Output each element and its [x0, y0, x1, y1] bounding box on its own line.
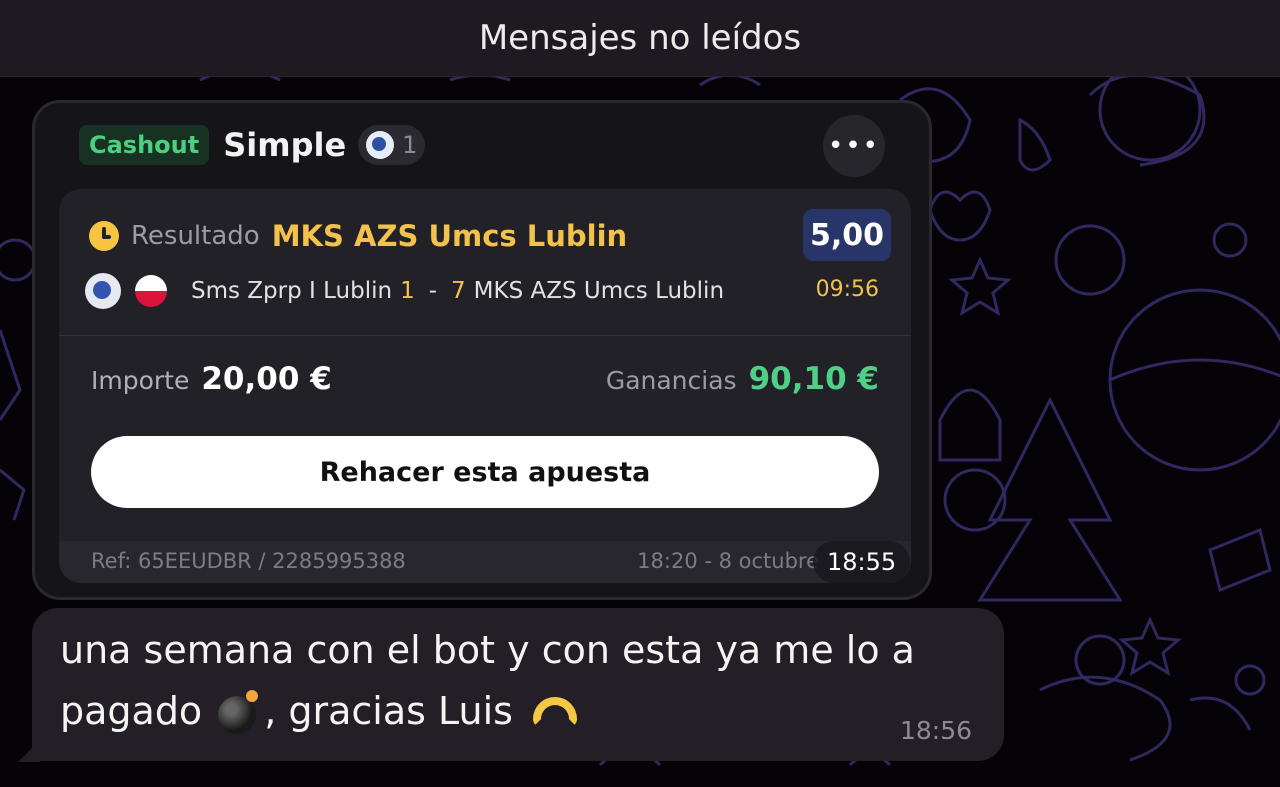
handball-icon: [85, 273, 121, 309]
bet-placed-date: 18:20 - 8 octubre: [637, 549, 819, 573]
match-time: 09:56: [815, 277, 879, 302]
stake-row: Importe 20,00 €: [91, 361, 332, 397]
message-line-2: pagado , gracias Luis: [60, 688, 581, 734]
message-line-2-start: pagado: [60, 689, 203, 733]
unread-messages-label: Mensajes no leídos: [478, 18, 802, 58]
stake-value: 20,00 €: [201, 361, 332, 397]
result-row: Resultado MKS AZS Umcs Lublin: [89, 219, 627, 253]
image-message-time: 18:55: [813, 541, 911, 583]
text-message-time: 18:56: [899, 716, 972, 745]
more-options-button[interactable]: •••: [823, 115, 885, 177]
winnings-value: 90,10 €: [748, 361, 879, 397]
unread-messages-banner: Mensajes no leídos: [0, 0, 1280, 77]
handball-icon: [366, 131, 395, 159]
poland-flag-icon: [135, 275, 167, 307]
selection-count-chip: 1: [358, 125, 426, 165]
odds-badge: 5,00: [803, 209, 891, 261]
winnings-row: Ganancias 90,10 €: [606, 361, 879, 397]
message-line-2-end: , gracias Luis: [264, 689, 513, 733]
match-row: Sms Zprp I Lublin 1 - 7 MKS AZS Umcs Lub…: [85, 273, 724, 309]
result-label: Resultado: [131, 221, 260, 251]
cashout-badge: Cashout: [79, 125, 210, 165]
home-score: 1: [400, 278, 415, 304]
divider: [59, 335, 911, 336]
score-separator: -: [428, 278, 438, 304]
bet-card-header: Cashout Simple 1: [79, 125, 426, 165]
away-score: 7: [451, 278, 466, 304]
bet-reference: Ref: 65EEUDBR / 2285995388: [91, 549, 406, 573]
bet-type-title: Simple: [223, 126, 347, 164]
selection-count: 1: [402, 131, 418, 159]
home-team: Sms Zprp I Lublin: [191, 278, 393, 304]
result-team: MKS AZS Umcs Lublin: [271, 219, 628, 253]
text-message-bubble[interactable]: una semana con el bot y con esta ya me l…: [32, 608, 1004, 761]
stake-label: Importe: [91, 366, 190, 395]
bet-detail-card: Resultado MKS AZS Umcs Lublin 5,00 Sms Z…: [59, 189, 911, 583]
away-team: MKS AZS Umcs Lublin: [473, 278, 725, 304]
redo-bet-button[interactable]: Rehacer esta apuesta: [91, 436, 879, 508]
message-line-1: una semana con el bot y con esta ya me l…: [60, 628, 915, 672]
winnings-label: Ganancias: [605, 366, 737, 395]
heart-hands-emoji-icon: [529, 691, 581, 731]
bomb-emoji-icon: [216, 688, 262, 734]
reference-strip: Ref: 65EEUDBR / 2285995388 18:20 - 8 oct…: [59, 541, 911, 583]
bet-slip-image-message[interactable]: Cashout Simple 1 ••• Resultado MKS AZS U…: [32, 100, 932, 600]
clock-icon: [89, 221, 119, 251]
